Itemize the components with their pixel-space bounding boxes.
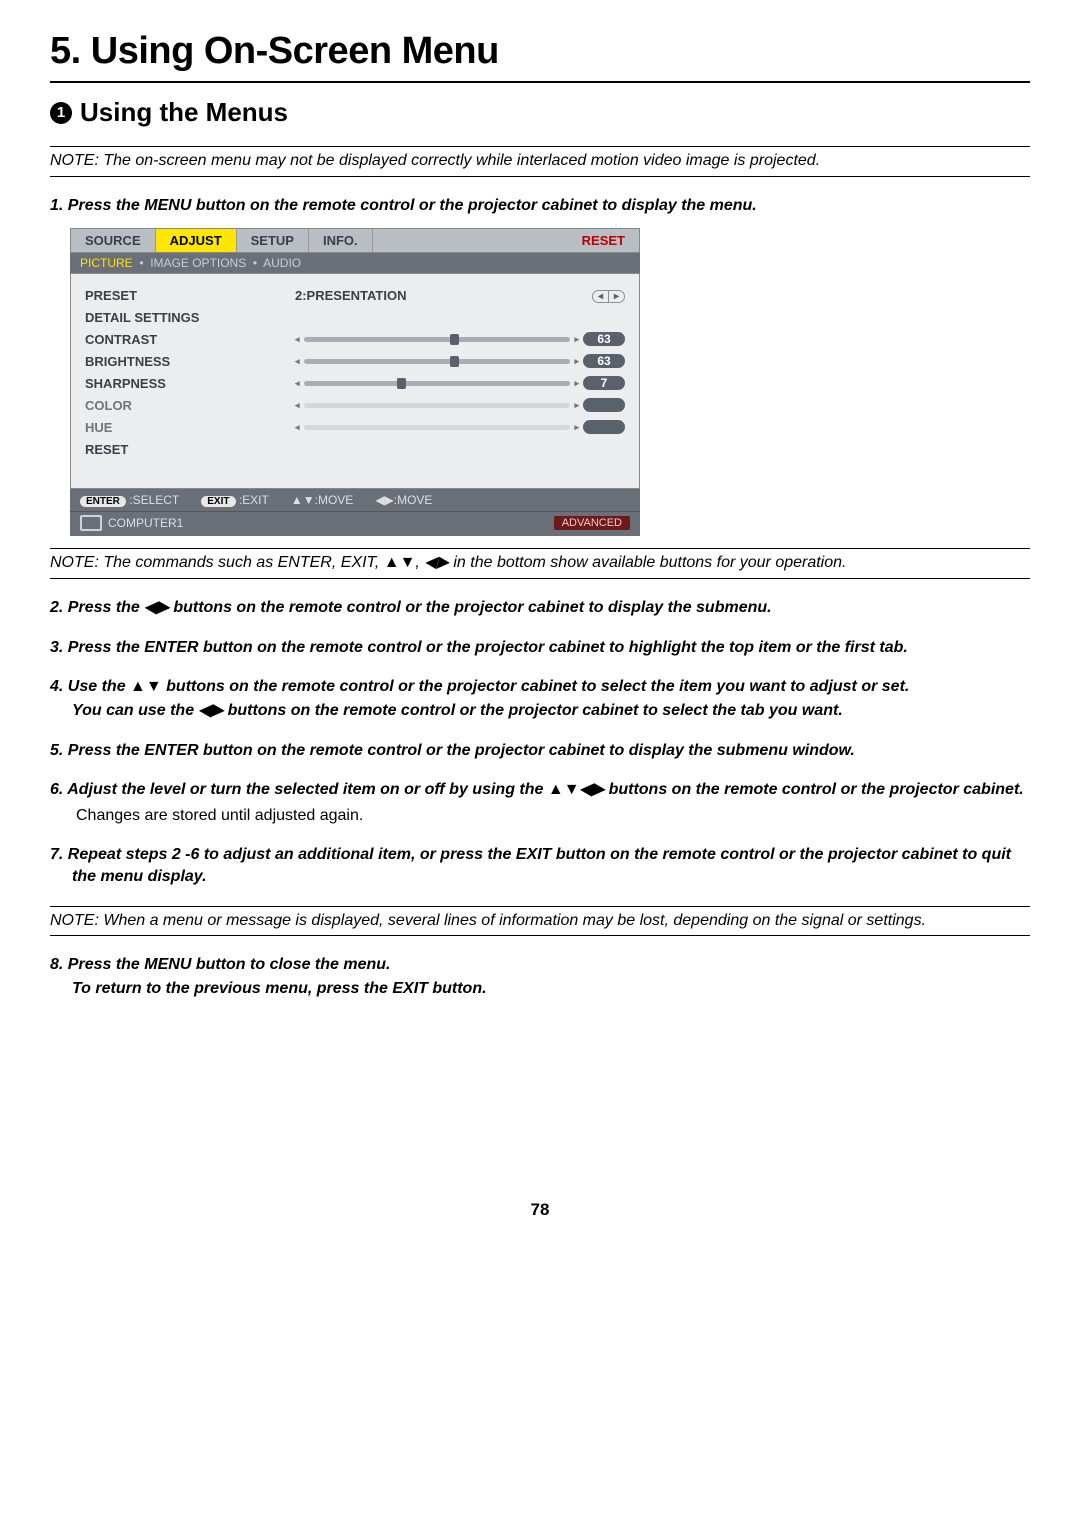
- row-reset[interactable]: RESET: [85, 438, 625, 460]
- brightness-slider[interactable]: ◂ ▸ 63: [295, 354, 625, 368]
- left-arrow-icon: ◂: [295, 334, 300, 345]
- page-number: 78: [50, 1200, 1030, 1220]
- contrast-slider[interactable]: ◂ ▸ 63: [295, 332, 625, 346]
- tab-info[interactable]: INFO.: [309, 229, 373, 252]
- osd-footer-status: COMPUTER1 ADVANCED: [70, 511, 640, 536]
- note-text: NOTE: The on-screen menu may not be disp…: [50, 151, 1030, 172]
- divider: [50, 935, 1030, 936]
- left-arrow-icon: ◂: [295, 400, 300, 411]
- left-arrow-icon: ◂: [295, 378, 300, 389]
- divider: [50, 176, 1030, 177]
- brightness-value: 63: [583, 354, 625, 368]
- color-label: COLOR: [85, 398, 295, 413]
- color-value: --: [583, 398, 625, 412]
- step-6: 6. Adjust the level or turn the selected…: [50, 779, 1030, 801]
- divider: [50, 146, 1030, 147]
- preset-value: 2:PRESENTATION: [295, 288, 455, 303]
- source-name: COMPUTER1: [108, 516, 183, 530]
- select-hint: :SELECT: [129, 493, 179, 507]
- step-2: 2. Press the ◀▶ buttons on the remote co…: [50, 597, 1030, 619]
- osd-body: PRESET 2:PRESENTATION ◂▸ DETAIL SETTINGS…: [70, 273, 640, 489]
- right-arrow-icon: ▸: [574, 334, 579, 345]
- right-arrow-icon: ▸: [574, 400, 579, 411]
- row-hue: HUE ◂ ▸ --: [85, 416, 625, 438]
- monitor-icon: [80, 515, 102, 531]
- color-slider: ◂ ▸ --: [295, 398, 625, 412]
- section-number-badge: 1: [50, 102, 72, 124]
- note-text: NOTE: The commands such as ENTER, EXIT, …: [50, 553, 1030, 574]
- hue-label: HUE: [85, 420, 295, 435]
- step-5: 5. Press the ENTER button on the remote …: [50, 740, 1030, 762]
- chapter-title: 5. Using On-Screen Menu: [50, 30, 1030, 73]
- reset-label: RESET: [85, 442, 295, 457]
- move-horizontal-hint: ◀▶:MOVE: [375, 493, 432, 507]
- subtab-audio[interactable]: AUDIO: [263, 256, 301, 270]
- left-arrow-icon: ◂: [295, 356, 300, 367]
- sharpness-value: 7: [583, 376, 625, 390]
- row-color: COLOR ◂ ▸ --: [85, 394, 625, 416]
- preset-label: PRESET: [85, 288, 295, 303]
- preset-left-right-icon[interactable]: ◂▸: [592, 290, 625, 303]
- exit-hint: :EXIT: [239, 493, 269, 507]
- osd-top-tabs: SOURCE ADJUST SETUP INFO. RESET: [70, 228, 640, 253]
- row-brightness[interactable]: BRIGHTNESS ◂ ▸ 63: [85, 350, 625, 372]
- sharpness-label: SHARPNESS: [85, 376, 295, 391]
- divider: [50, 81, 1030, 83]
- subtab-image-options[interactable]: IMAGE OPTIONS: [150, 256, 246, 270]
- row-sharpness[interactable]: SHARPNESS ◂ ▸ 7: [85, 372, 625, 394]
- osd-footer-hints: ENTER :SELECT EXIT :EXIT ▲▼:MOVE ◀▶:MOVE: [70, 489, 640, 511]
- subtab-picture[interactable]: PICTURE: [80, 256, 133, 270]
- step-8: 8. Press the MENU button to close the me…: [50, 954, 1030, 976]
- step-3: 3. Press the ENTER button on the remote …: [50, 637, 1030, 659]
- enter-pill: ENTER: [80, 496, 126, 507]
- tab-source[interactable]: SOURCE: [71, 229, 156, 252]
- sharpness-slider[interactable]: ◂ ▸ 7: [295, 376, 625, 390]
- divider: [50, 548, 1030, 549]
- divider: [50, 906, 1030, 907]
- step-6-sub: Changes are stored until adjusted again.: [76, 805, 1030, 827]
- row-contrast[interactable]: CONTRAST ◂ ▸ 63: [85, 328, 625, 350]
- move-vertical-hint: ▲▼:MOVE: [291, 493, 353, 507]
- tab-adjust[interactable]: ADJUST: [156, 229, 237, 252]
- row-preset[interactable]: PRESET 2:PRESENTATION ◂▸: [85, 284, 625, 306]
- brightness-label: BRIGHTNESS: [85, 354, 295, 369]
- osd-menu-screenshot: SOURCE ADJUST SETUP INFO. RESET PICTURE …: [70, 228, 640, 536]
- divider: [50, 578, 1030, 579]
- step-4: 4. Use the ▲▼ buttons on the remote cont…: [50, 676, 1030, 698]
- tab-reset[interactable]: RESET: [568, 229, 639, 252]
- step-4-sub: You can use the ◀▶ buttons on the remote…: [72, 700, 1030, 722]
- section-title: 1 Using the Menus: [50, 97, 1030, 128]
- step-7: 7. Repeat steps 2 -6 to adjust an additi…: [50, 844, 1030, 887]
- row-detail-settings[interactable]: DETAIL SETTINGS: [85, 306, 625, 328]
- osd-sub-tabs: PICTURE • IMAGE OPTIONS • AUDIO: [70, 253, 640, 273]
- advanced-badge: ADVANCED: [554, 516, 630, 530]
- detail-settings-label: DETAIL SETTINGS: [85, 310, 295, 325]
- step-1: 1. Press the MENU button on the remote c…: [50, 195, 1030, 217]
- hue-slider: ◂ ▸ --: [295, 420, 625, 434]
- right-arrow-icon: ▸: [574, 356, 579, 367]
- contrast-value: 63: [583, 332, 625, 346]
- right-arrow-icon: ▸: [574, 422, 579, 433]
- exit-pill: EXIT: [201, 496, 235, 507]
- tab-setup[interactable]: SETUP: [237, 229, 309, 252]
- hue-value: --: [583, 420, 625, 434]
- section-title-text: Using the Menus: [80, 97, 288, 128]
- contrast-label: CONTRAST: [85, 332, 295, 347]
- step-8-sub: To return to the previous menu, press th…: [72, 978, 1030, 1000]
- right-arrow-icon: ▸: [574, 378, 579, 389]
- note-text: NOTE: When a menu or message is displaye…: [50, 911, 1030, 932]
- left-arrow-icon: ◂: [295, 422, 300, 433]
